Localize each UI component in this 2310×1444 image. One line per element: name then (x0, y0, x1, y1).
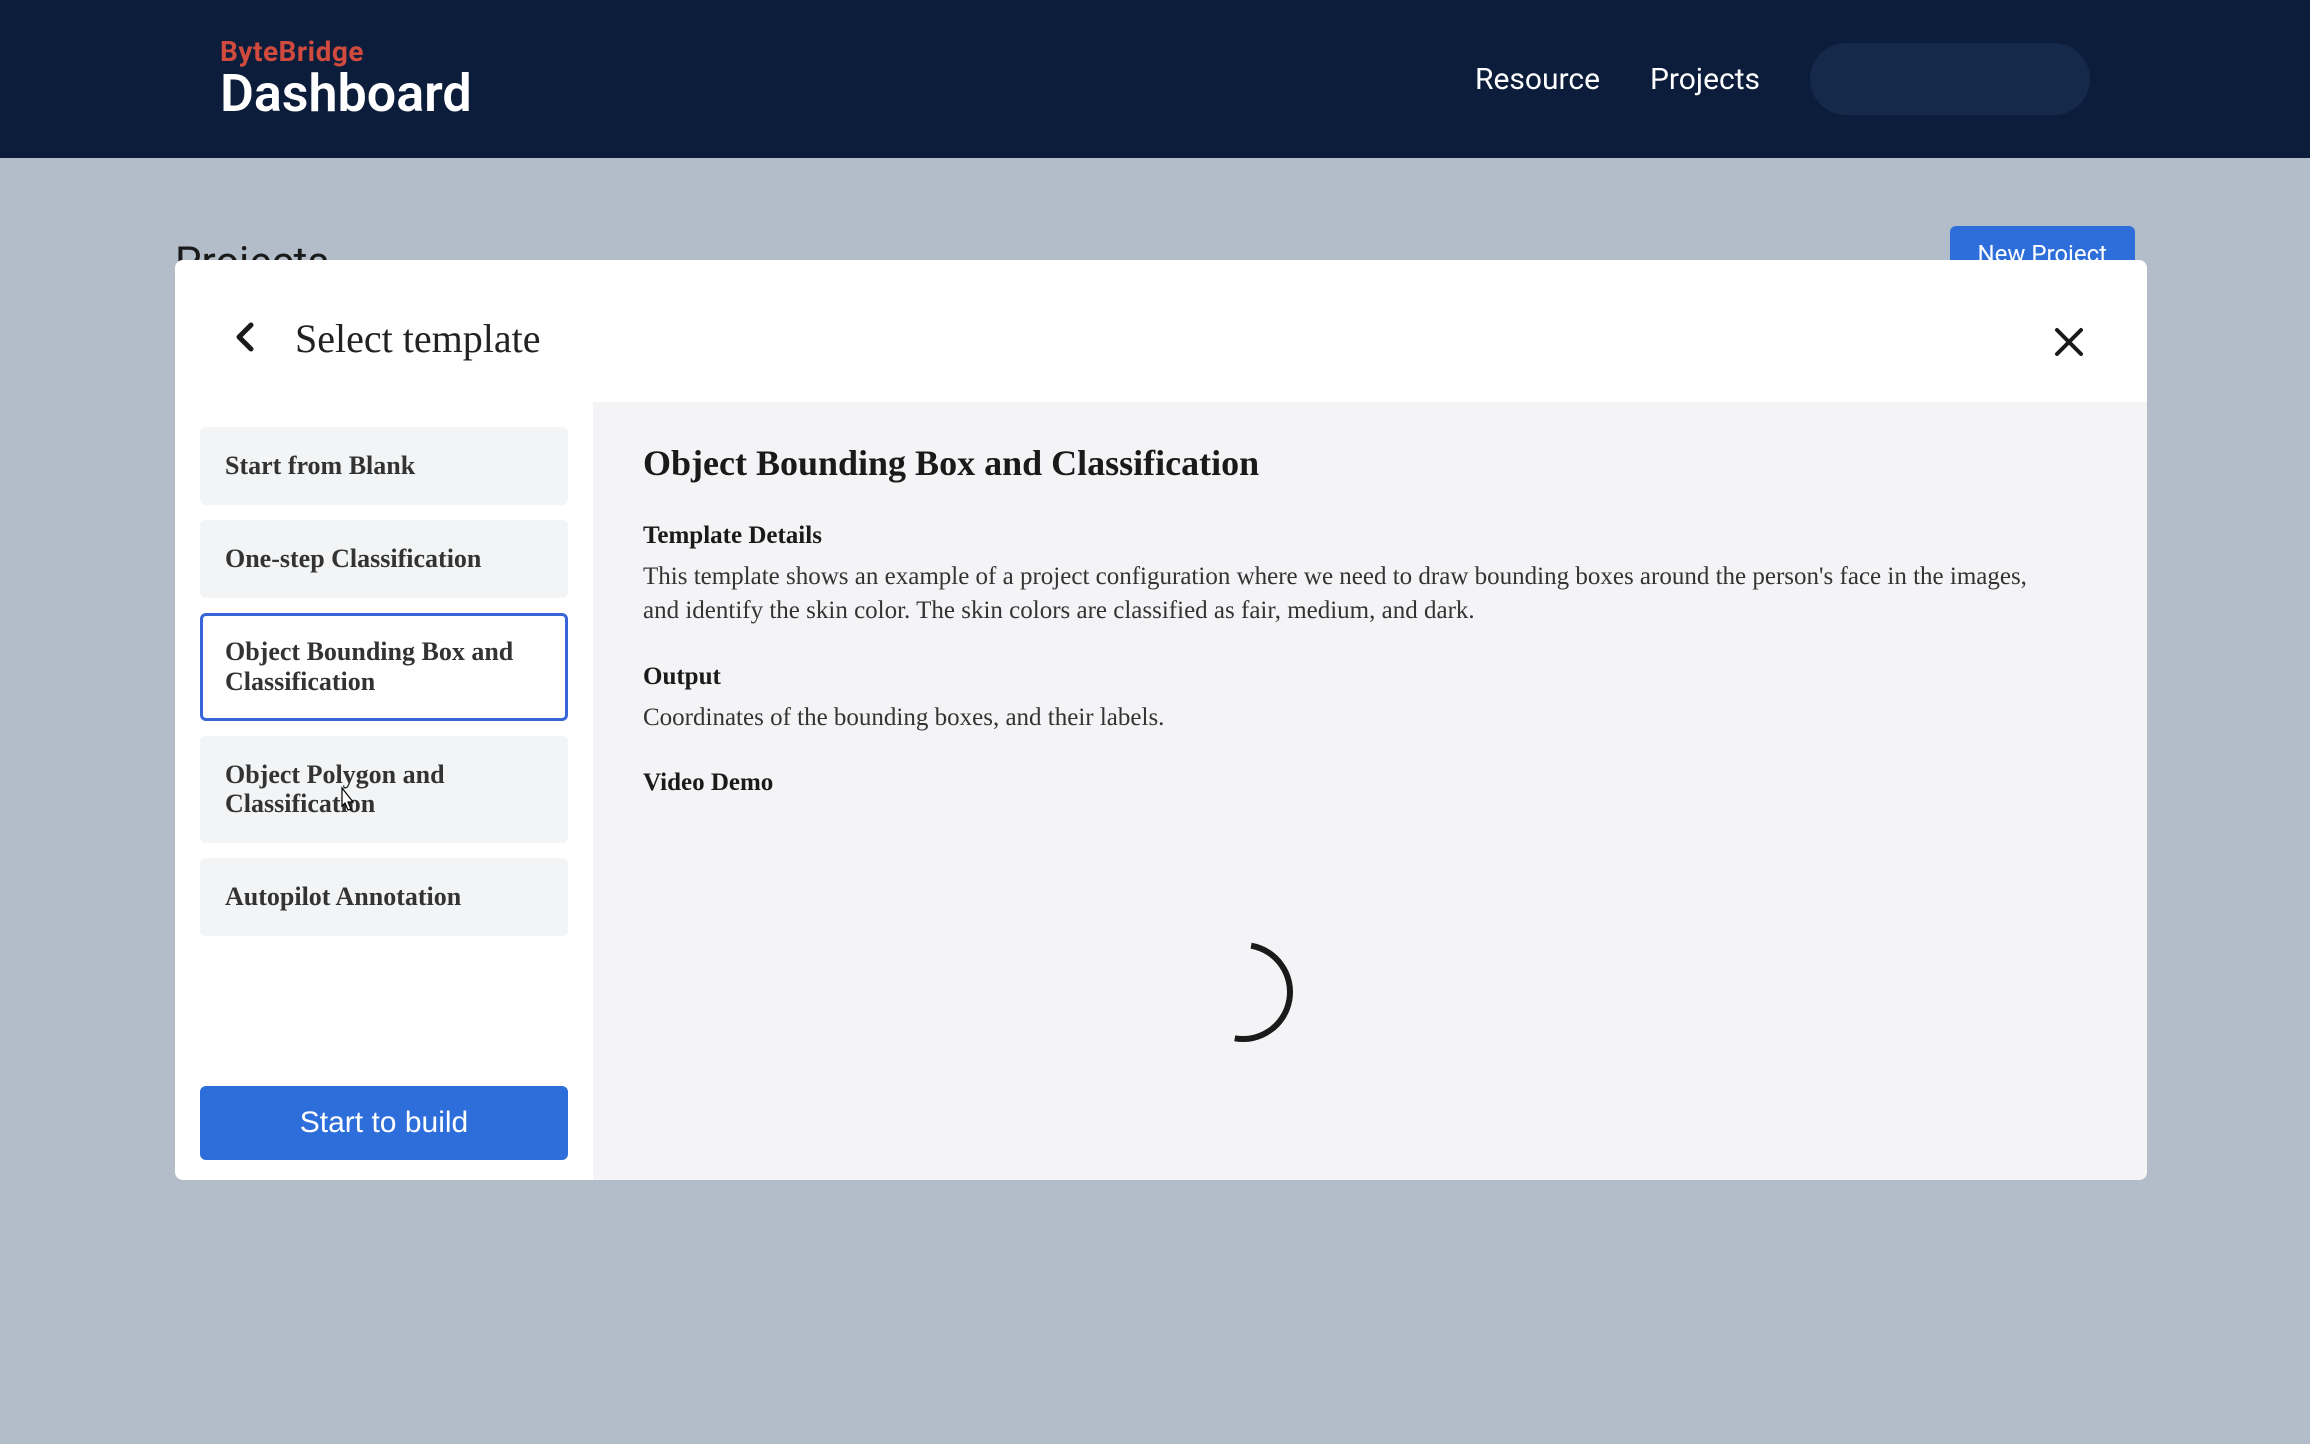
details-title: Object Bounding Box and Classification (643, 442, 2097, 484)
nav-user-button[interactable] (1810, 43, 2090, 115)
template-sidebar: Start from Blank One-step Classification… (175, 402, 593, 1180)
loading-spinner-icon (1173, 922, 1312, 1061)
template-list: Start from Blank One-step Classification… (200, 427, 568, 936)
details-section-template-details-title: Template Details (643, 522, 2097, 550)
modal-body: Start from Blank One-step Classification… (175, 402, 2147, 1180)
header: ByteBridge Dashboard Resource Projects (0, 0, 2310, 158)
template-item-autopilot[interactable]: Autopilot Annotation (200, 858, 568, 936)
close-icon (2054, 327, 2084, 357)
back-button[interactable] (225, 316, 265, 362)
details-section-output-text: Coordinates of the bounding boxes, and t… (643, 701, 2043, 735)
template-item-blank[interactable]: Start from Blank (200, 427, 568, 505)
details-section-template-details-text: This template shows an example of a proj… (643, 560, 2043, 628)
chevron-left-icon (235, 321, 255, 353)
close-button[interactable] (2049, 322, 2089, 366)
template-item-polygon[interactable]: Object Polygon and Classification (200, 736, 568, 844)
start-to-build-button[interactable]: Start to build (200, 1086, 568, 1160)
details-section-output-title: Output (643, 663, 2097, 691)
nav-link-projects[interactable]: Projects (1650, 62, 1760, 97)
brand-name-bottom: Dashboard (220, 68, 472, 120)
nav-link-resource[interactable]: Resource (1475, 62, 1600, 97)
brand-name-top: ByteBridge (220, 38, 472, 66)
template-item-one-step[interactable]: One-step Classification (200, 520, 568, 598)
page-content: Projects New Project Select template Sta… (0, 158, 2310, 1180)
details-section-video-demo-title: Video Demo (643, 769, 2097, 797)
template-details-panel: Object Bounding Box and Classification T… (593, 402, 2147, 1180)
modal-title: Select template (295, 315, 540, 362)
modal-header: Select template (175, 260, 2147, 402)
template-item-bounding-box[interactable]: Object Bounding Box and Classification (200, 613, 568, 721)
brand-logo[interactable]: ByteBridge Dashboard (220, 38, 472, 120)
select-template-modal: Select template Start from Blank One-ste… (175, 260, 2147, 1180)
nav-right: Resource Projects (1475, 43, 2090, 115)
